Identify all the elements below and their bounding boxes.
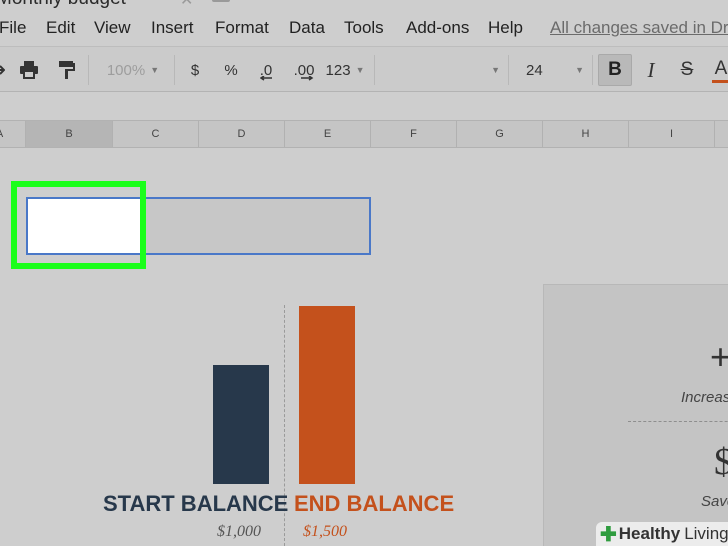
menu-view[interactable]: View <box>94 18 131 38</box>
column-header-bar: A B C D E F G H I <box>0 120 728 148</box>
percent-format-button[interactable]: % <box>222 56 240 84</box>
column-header-i[interactable]: I <box>629 121 715 147</box>
start-balance-value: $1,000 <box>217 523 261 540</box>
bold-button[interactable]: B <box>598 54 632 86</box>
italic-button[interactable]: I <box>640 56 662 84</box>
toolbar-divider <box>374 55 375 85</box>
menu-edit[interactable]: Edit <box>46 18 75 38</box>
start-balance-label: START BALANCE <box>103 491 289 516</box>
text-color-button[interactable]: A <box>712 56 728 84</box>
more-formats-button[interactable]: 123 ▼ <box>325 56 365 84</box>
column-header-e[interactable]: E <box>285 121 371 147</box>
toolbar-divider <box>88 55 89 85</box>
menu-insert[interactable]: Insert <box>151 18 194 38</box>
plus-icon: + <box>710 336 728 377</box>
end-balance-label: END BALANCE <box>294 491 455 516</box>
paint-format-icon[interactable] <box>56 56 78 84</box>
toolbar: 100% ▼ $ % .0 .00 123 ▼ ▼ 24 ▼ B I S A <box>0 46 728 92</box>
savings-label: Save <box>701 493 728 510</box>
menu-format[interactable]: Format <box>215 18 269 38</box>
menu-bar: File Edit View Insert Format Data Tools … <box>0 10 728 46</box>
summary-panel: + Increas $ Save <box>543 284 728 546</box>
highlight-box <box>11 181 146 269</box>
print-icon[interactable] <box>18 56 40 84</box>
number-format-label: 123 <box>325 61 351 79</box>
toolbar-divider <box>174 55 175 85</box>
menu-tools[interactable]: Tools <box>344 18 384 38</box>
font-size-value: 24 <box>526 61 543 79</box>
panel-divider <box>628 421 728 422</box>
toolbar-divider <box>508 55 509 85</box>
strikethrough-button[interactable]: S <box>676 56 698 84</box>
end-balance-bar <box>299 306 355 484</box>
column-header-g[interactable]: G <box>457 121 543 147</box>
text-color-swatch <box>712 79 728 83</box>
folder-icon[interactable] <box>212 0 230 2</box>
toolbar-divider <box>592 55 593 85</box>
menu-file[interactable]: File <box>0 18 26 38</box>
document-title[interactable]: Monthly budget <box>0 0 126 10</box>
text-color-label: A <box>714 57 728 79</box>
zoom-select[interactable]: 100% ▼ <box>104 56 162 84</box>
cross-logo-icon: ✚ <box>600 523 617 546</box>
save-status-link[interactable]: All changes saved in Dr <box>550 18 728 38</box>
zoom-value: 100% <box>106 61 146 79</box>
font-family-select[interactable]: ▼ <box>380 56 500 84</box>
increase-decimal-button[interactable]: .00 <box>290 56 318 84</box>
currency-format-button[interactable]: $ <box>186 56 204 84</box>
menu-addons[interactable]: Add-ons <box>406 18 469 38</box>
column-header-d[interactable]: D <box>199 121 285 147</box>
watermark: ✚ Healthy Living <box>596 522 728 546</box>
chevron-down-icon: ▼ <box>150 65 160 75</box>
redo-icon[interactable] <box>0 56 6 84</box>
watermark-brand: Healthy <box>618 524 681 543</box>
end-balance-value: $1,500 <box>303 523 347 540</box>
column-header-b[interactable]: B <box>26 121 113 147</box>
star-icon[interactable]: ✕ <box>180 0 193 10</box>
spreadsheet-screen: Monthly budget ✕ File Edit View Insert F… <box>0 0 728 546</box>
column-header-f[interactable]: F <box>371 121 457 147</box>
dollar-icon: $ <box>714 441 728 483</box>
column-header-c[interactable]: C <box>113 121 199 147</box>
chevron-down-icon: ▼ <box>575 65 584 75</box>
column-header-a[interactable]: A <box>0 121 26 147</box>
title-strip: Monthly budget ✕ <box>0 0 728 10</box>
font-size-select[interactable]: 24 ▼ <box>520 56 584 84</box>
column-header-h[interactable]: H <box>543 121 629 147</box>
watermark-suffix: Living <box>684 524 728 543</box>
chevron-down-icon: ▼ <box>355 65 365 75</box>
decrease-decimal-button[interactable]: .0 <box>254 56 278 84</box>
start-balance-bar <box>213 365 269 484</box>
menu-help[interactable]: Help <box>488 18 523 38</box>
increase-label: Increas <box>681 389 728 406</box>
menu-data[interactable]: Data <box>289 18 325 38</box>
chevron-down-icon: ▼ <box>491 65 500 75</box>
